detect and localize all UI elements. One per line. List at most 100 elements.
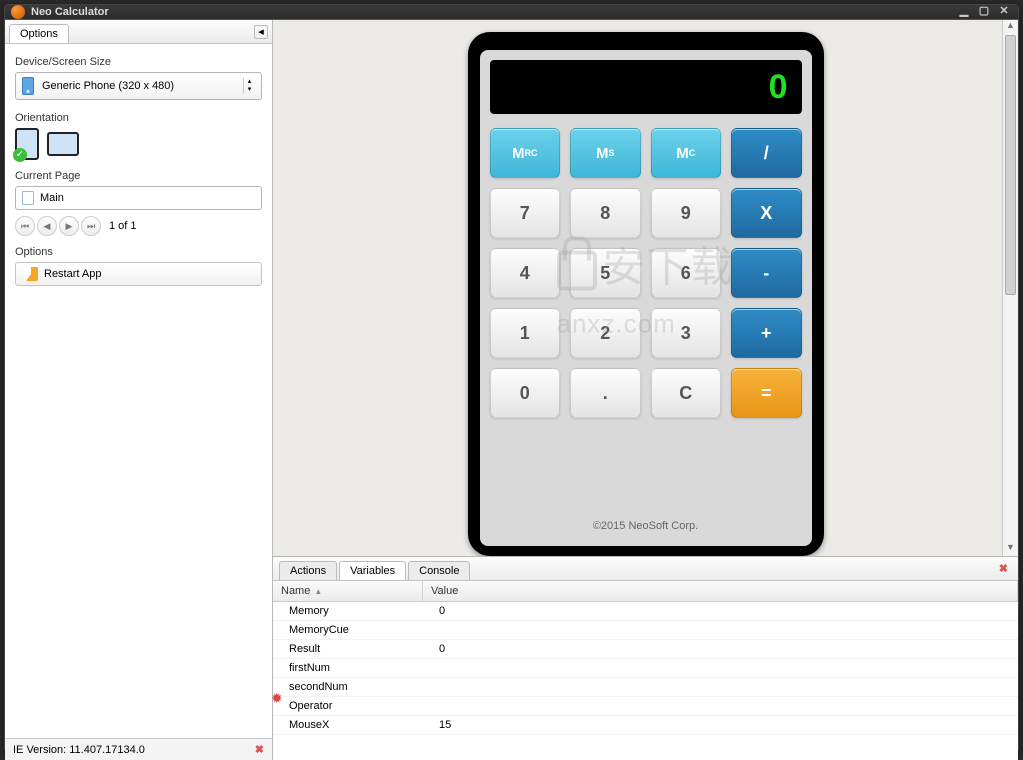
orientation-portrait-button[interactable]: ✓ xyxy=(15,128,39,160)
sidebar-body: Device/Screen Size Generic Phone (320 x … xyxy=(5,44,272,294)
table-row[interactable]: secondNum xyxy=(273,678,1018,697)
orientation-label: Orientation xyxy=(15,112,262,124)
restart-app-button[interactable]: Restart App xyxy=(15,262,262,286)
calc-key-5[interactable]: 5 xyxy=(570,248,641,298)
calc-footer: ©2015 NeoSoft Corp. xyxy=(490,502,802,536)
var-name: firstNum xyxy=(273,659,423,677)
pager: ⏮ ◀ ▶ ⏭ 1 of 1 xyxy=(15,216,262,236)
scroll-up-icon[interactable]: ▲ xyxy=(1003,20,1018,34)
client-area: Options ◂ Device/Screen Size Generic Pho… xyxy=(5,19,1018,760)
table-row[interactable]: Memory0 xyxy=(273,602,1018,621)
table-row[interactable]: Operator xyxy=(273,697,1018,716)
var-value xyxy=(423,621,1018,639)
calc-key-+[interactable]: + xyxy=(731,308,802,358)
var-name: MouseX xyxy=(273,716,423,734)
calc-key-0[interactable]: 0 xyxy=(490,368,561,418)
var-name: Memory xyxy=(273,602,423,620)
spinner-icon[interactable]: ▴▾ xyxy=(243,78,255,94)
restart-icon xyxy=(24,267,38,281)
tab-console[interactable]: Console xyxy=(408,561,470,580)
calculator-app: 0 MRCMSMC/ 789X 456- 123+0.C= ©2015 NeoSoft… xyxy=(480,50,812,546)
sidebar: Options ◂ Device/Screen Size Generic Pho… xyxy=(5,20,273,760)
close-icon[interactable]: ✕ xyxy=(996,5,1012,19)
var-value xyxy=(423,697,1018,715)
device-frame: 0 MRCMSMC/ 789X 456- 123+0.C= ©2015 NeoSoft… xyxy=(468,32,824,556)
preview-scrollbar[interactable]: ▲ ▼ xyxy=(1002,20,1018,556)
calc-key-1[interactable]: 1 xyxy=(490,308,561,358)
calc-key-3[interactable]: 3 xyxy=(651,308,722,358)
variables-table: Name ▲ Value Memory0MemoryCueResult0firs… xyxy=(273,581,1018,760)
scroll-down-icon[interactable]: ▼ xyxy=(1003,542,1018,556)
calc-key-9[interactable]: 9 xyxy=(651,188,722,238)
statusbar-close-icon[interactable]: ✖ xyxy=(255,743,264,756)
bug-icon[interactable]: ✹ xyxy=(271,690,287,706)
sidebar-tabstrip: Options ◂ xyxy=(5,20,272,44)
table-row[interactable]: MouseX15 xyxy=(273,716,1018,735)
table-row[interactable]: firstNum xyxy=(273,659,1018,678)
table-row[interactable]: Result0 xyxy=(273,640,1018,659)
var-value: 0 xyxy=(423,602,1018,620)
calc-key-.[interactable]: . xyxy=(570,368,641,418)
current-page-value: Main xyxy=(40,192,64,204)
calc-key--[interactable]: - xyxy=(731,248,802,298)
var-value xyxy=(423,678,1018,696)
var-value: 0 xyxy=(423,640,1018,658)
pager-text: 1 of 1 xyxy=(109,220,137,232)
scroll-thumb[interactable] xyxy=(1005,35,1016,295)
table-header: Name ▲ Value xyxy=(273,581,1018,602)
var-name: Operator xyxy=(273,697,423,715)
tab-options[interactable]: Options xyxy=(9,24,69,43)
calc-key-x[interactable]: X xyxy=(731,188,802,238)
panel-close-icon[interactable]: ✖ xyxy=(995,562,1012,575)
var-name: Result xyxy=(273,640,423,658)
calc-key-c[interactable]: C xyxy=(651,368,722,418)
device-size-value: Generic Phone (320 x 480) xyxy=(42,80,174,92)
calc-keypad: MRCMSMC/ 789X 456- 123+0.C= xyxy=(490,128,802,502)
tab-actions[interactable]: Actions xyxy=(279,561,337,580)
pager-prev-button[interactable]: ◀ xyxy=(37,216,57,236)
page-icon xyxy=(22,191,34,205)
var-name: MemoryCue xyxy=(273,621,423,639)
main-area: 0 MRCMSMC/ 789X 456- 123+0.C= ©2015 NeoSoft… xyxy=(273,20,1018,760)
options-label: Options xyxy=(15,246,262,258)
col-value-header[interactable]: Value xyxy=(423,581,1018,601)
pager-first-button[interactable]: ⏮ xyxy=(15,216,35,236)
calc-key-=[interactable]: = xyxy=(731,368,802,418)
calc-key-ms[interactable]: MS xyxy=(570,128,641,178)
calc-key-2[interactable]: 2 xyxy=(570,308,641,358)
bottom-panel: ActionsVariablesConsole ✖ Name ▲ Value Me… xyxy=(273,556,1018,760)
current-page-label: Current Page xyxy=(15,170,262,182)
calc-display: 0 xyxy=(490,60,802,114)
minimize-icon[interactable]: ▁ xyxy=(956,5,972,19)
app-window: Neo Calculator ▁ ▢ ✕ Options ◂ Device/Sc… xyxy=(4,4,1019,752)
check-icon: ✓ xyxy=(13,148,27,162)
calc-key-6[interactable]: 6 xyxy=(651,248,722,298)
var-value: 15 xyxy=(423,716,1018,734)
collapse-sidebar-icon[interactable]: ◂ xyxy=(254,25,268,39)
calc-key-8[interactable]: 8 xyxy=(570,188,641,238)
tab-variables[interactable]: Variables xyxy=(339,561,406,580)
app-icon xyxy=(11,5,25,19)
calc-key-4[interactable]: 4 xyxy=(490,248,561,298)
phone-icon xyxy=(22,77,34,95)
preview-pane: 0 MRCMSMC/ 789X 456- 123+0.C= ©2015 NeoSoft… xyxy=(273,20,1018,556)
var-name: secondNum xyxy=(273,678,423,696)
orientation-landscape-button[interactable] xyxy=(47,132,79,156)
window-title: Neo Calculator xyxy=(31,6,109,18)
pager-last-button[interactable]: ⏭ xyxy=(81,216,101,236)
col-name-header[interactable]: Name ▲ xyxy=(273,581,423,601)
bottom-tabstrip: ActionsVariablesConsole ✖ xyxy=(273,557,1018,581)
pager-next-button[interactable]: ▶ xyxy=(59,216,79,236)
maximize-icon[interactable]: ▢ xyxy=(976,5,992,19)
device-size-select[interactable]: Generic Phone (320 x 480) ▴▾ xyxy=(15,72,262,100)
restart-label: Restart App xyxy=(44,268,101,280)
calc-key-mc[interactable]: MC xyxy=(651,128,722,178)
titlebar[interactable]: Neo Calculator ▁ ▢ ✕ xyxy=(5,5,1018,19)
current-page-field[interactable]: Main xyxy=(15,186,262,210)
var-value xyxy=(423,659,1018,677)
calc-key-/[interactable]: / xyxy=(731,128,802,178)
table-row[interactable]: MemoryCue xyxy=(273,621,1018,640)
calc-key-mʀc[interactable]: MRC xyxy=(490,128,561,178)
ie-version-text: IE Version: 11.407.17134.0 xyxy=(13,744,145,756)
calc-key-7[interactable]: 7 xyxy=(490,188,561,238)
